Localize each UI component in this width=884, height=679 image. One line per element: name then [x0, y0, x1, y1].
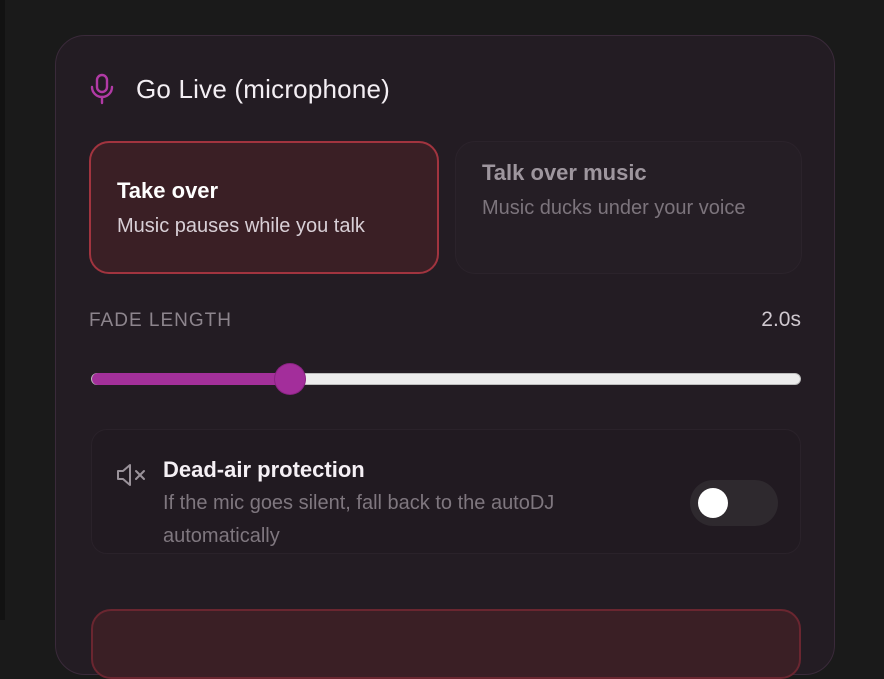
dead-air-toggle[interactable]: [690, 480, 778, 526]
mode-subtitle: Music ducks under your voice: [482, 197, 746, 219]
microphone-icon: [89, 73, 115, 105]
fade-length-slider[interactable]: [91, 364, 801, 394]
panel-header: Go Live (microphone): [89, 72, 390, 106]
toggle-knob: [698, 488, 728, 518]
speaker-muted-icon: [116, 463, 150, 487]
fade-length-value: 2.0s: [761, 308, 801, 331]
slider-thumb[interactable]: [275, 364, 306, 394]
mode-subtitle: Music pauses while you talk: [117, 215, 365, 237]
mode-title: Take over: [117, 178, 219, 203]
fade-length-label: FADE LENGTH: [89, 310, 232, 331]
window-edge: [0, 0, 5, 620]
panel-title: Go Live (microphone): [136, 73, 390, 104]
go-live-panel: Go Live (microphone) Take over Music pau…: [55, 35, 835, 679]
dead-air-protection-row: Dead-air protection If the mic goes sile…: [91, 429, 801, 554]
mode-title: Talk over music: [482, 160, 647, 185]
mode-take-over-option[interactable]: Take over Music pauses while you talk: [89, 141, 439, 274]
mode-talk-over-option[interactable]: Talk over music Music ducks under your v…: [455, 141, 802, 274]
dead-air-title: Dead-air protection: [163, 457, 365, 482]
slider-fill: [92, 373, 291, 385]
dead-air-subtitle: If the mic goes silent, fall back to the…: [163, 492, 555, 547]
